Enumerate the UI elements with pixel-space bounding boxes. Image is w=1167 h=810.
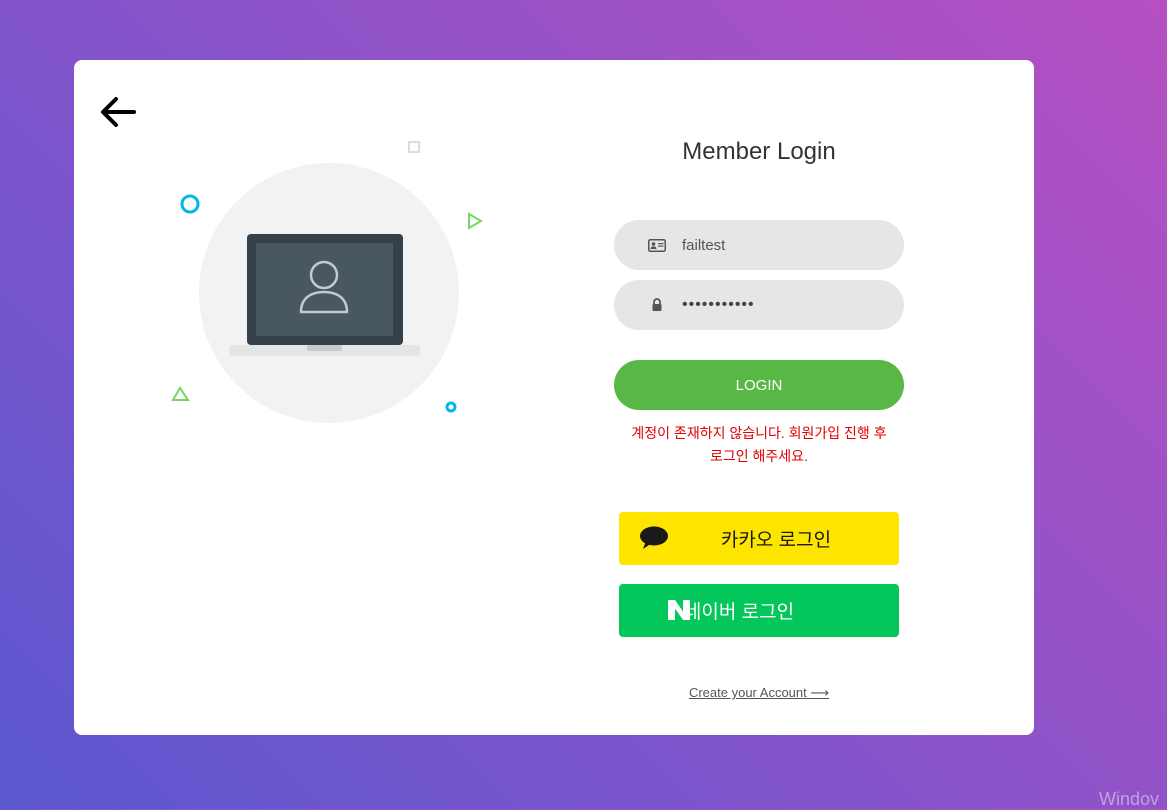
laptop-illustration [171, 141, 483, 423]
laptop-notch [307, 345, 342, 351]
windows-activation-watermark: Windov [1099, 789, 1160, 809]
laptop-screen [256, 243, 393, 336]
id-card-icon [648, 238, 666, 252]
deco-triangle-right-icon [468, 212, 483, 230]
username-field[interactable]: failtest [614, 220, 904, 270]
kakao-login-button[interactable]: 카카오 로그인 [619, 512, 899, 565]
lock-icon [648, 298, 666, 312]
error-line-2: 로그인 해주세요. [710, 448, 808, 464]
deco-square-icon [408, 141, 420, 153]
deco-ring-large-icon [180, 194, 200, 214]
username-value: failtest [682, 236, 726, 254]
kakao-login-label: 카카오 로그인 [720, 530, 832, 551]
create-account-link[interactable]: Create your Account ⟶ [614, 685, 904, 701]
error-message: 계정이 존재하지 않습니다. 회원가입 진행 후 로그인 해주세요. [614, 422, 904, 468]
password-field[interactable]: ••••••••••• [614, 280, 904, 330]
error-line-1: 계정이 존재하지 않습니다. 회원가입 진행 후 [631, 425, 887, 441]
deco-triangle-up-icon [171, 386, 190, 401]
speech-bubble-icon [640, 526, 668, 549]
naver-login-label: 네이버 로그인 [683, 602, 795, 623]
login-card: Member Login failtest ••••••••••• LOGIN … [74, 60, 1034, 735]
naver-login-button[interactable]: 네이버 로그인 [619, 584, 899, 637]
naver-n-icon [668, 600, 690, 620]
login-button[interactable]: LOGIN [614, 360, 904, 410]
page-title: Member Login [682, 138, 836, 165]
deco-ring-small-icon [445, 401, 457, 413]
password-value: ••••••••••• [682, 296, 755, 313]
